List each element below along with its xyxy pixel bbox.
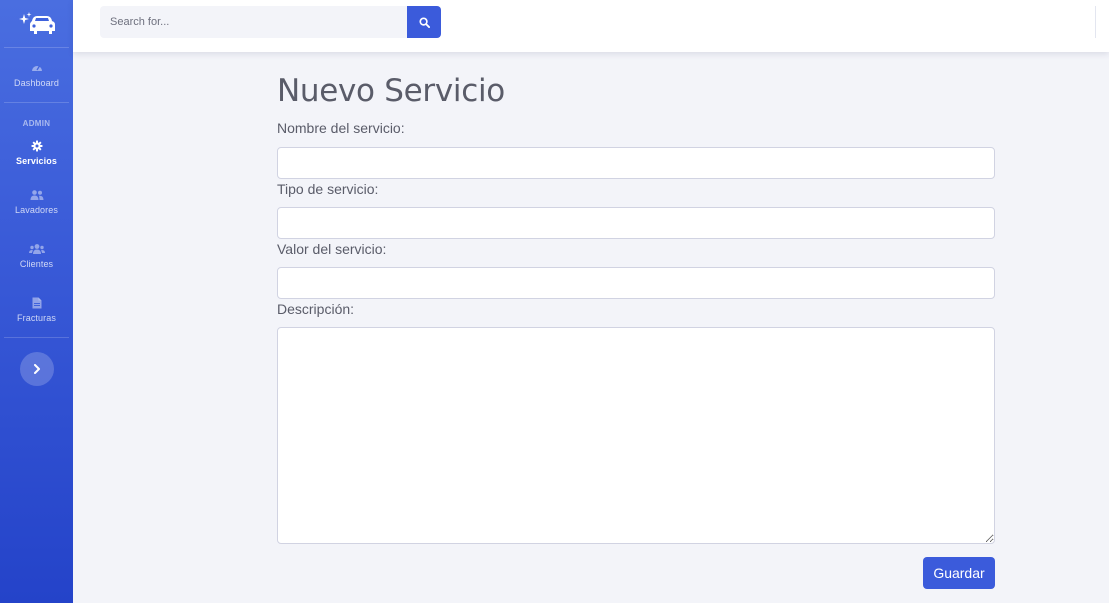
chevron-right-icon — [33, 364, 40, 374]
page-title: Nuevo Servicio — [277, 73, 505, 109]
sidebar-item-fracturas[interactable]: Fracturas — [0, 283, 73, 337]
tipo-input[interactable] — [277, 207, 995, 239]
sidebar-item-lavadores[interactable]: Lavadores — [0, 175, 73, 229]
sidebar-toggle-wrap — [0, 338, 73, 386]
nombre-input[interactable] — [277, 147, 995, 179]
sidebar-heading: ADMIN — [22, 119, 51, 128]
topbar — [73, 0, 1109, 52]
nombre-label: Nombre del servicio: — [277, 120, 405, 136]
valor-input[interactable] — [277, 267, 995, 299]
gear-icon — [31, 140, 42, 152]
sidebar-item-label: Fracturas — [17, 313, 56, 323]
sidebar-item-label: Servicios — [16, 156, 57, 166]
sidebar-item-label: Lavadores — [15, 205, 58, 215]
topbar-divider — [1095, 6, 1096, 38]
sidebar-item-servicios[interactable]: Servicios — [0, 131, 73, 175]
sidebar-item-label: Clientes — [19, 259, 54, 269]
app-root: Dashboard ADMIN Servicios Lavadores Clie… — [0, 0, 1109, 603]
search-icon — [418, 16, 430, 28]
sidebar-item-label: Dashboard — [14, 78, 59, 88]
sidebar-brand[interactable] — [4, 0, 69, 48]
user-friends-icon — [30, 190, 43, 200]
descripcion-label: Descripción: — [277, 301, 355, 317]
file-invoice-icon — [32, 297, 41, 309]
save-button[interactable]: Guardar — [923, 557, 995, 589]
sidebar-item-dashboard[interactable]: Dashboard — [0, 48, 73, 102]
valor-label: Valor del servicio: — [277, 241, 387, 257]
sidebar-item-clientes[interactable]: Clientes — [0, 229, 73, 283]
search-button[interactable] — [407, 6, 441, 38]
car-wash-icon — [18, 11, 55, 34]
tipo-label: Tipo de servicio: — [277, 181, 379, 197]
users-icon — [28, 244, 45, 254]
sidebar-toggle-button[interactable] — [19, 352, 54, 386]
new-service-form: Nuevo Servicio Nombre del servicio: Tipo… — [277, 70, 995, 589]
sidebar: Dashboard ADMIN Servicios Lavadores Clie… — [0, 0, 73, 603]
search-input[interactable] — [100, 6, 407, 38]
search-bar — [100, 6, 441, 38]
descripcion-textarea[interactable] — [277, 327, 995, 544]
tachometer-icon — [31, 65, 42, 71]
